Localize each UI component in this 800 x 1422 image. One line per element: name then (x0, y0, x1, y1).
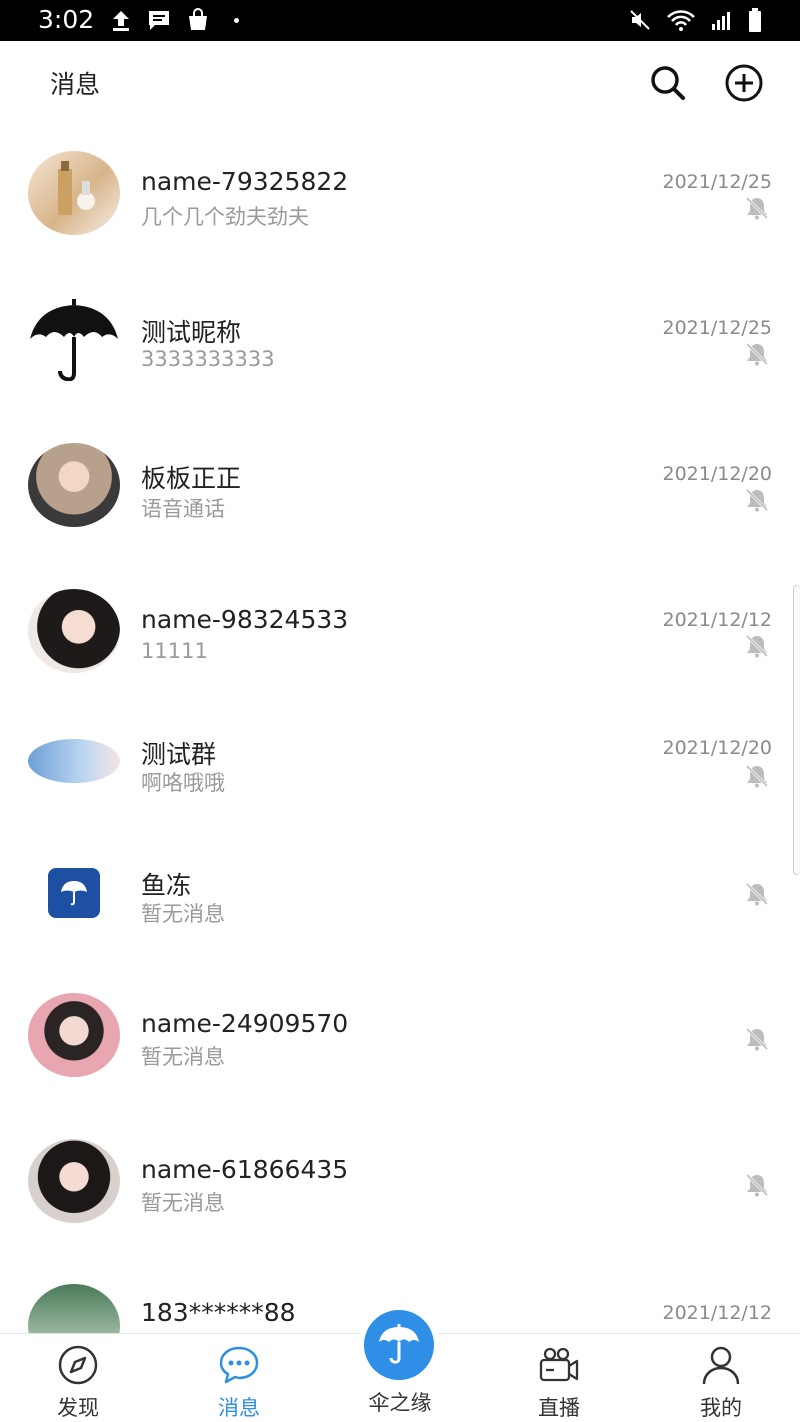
search-button[interactable] (648, 63, 688, 103)
search-icon (651, 66, 685, 100)
conversation-item[interactable]: name-24909570 暂无消息 (0, 993, 800, 1139)
avatar (28, 151, 120, 235)
header: 消息 (0, 41, 800, 121)
mute-bell-icon (745, 764, 769, 788)
conversation-date: 2021/12/20 (662, 463, 772, 485)
conversation-name: name-98324533 (141, 605, 349, 634)
mute-bell-icon (745, 488, 769, 512)
wifi-icon (667, 10, 695, 31)
conversation-item[interactable]: name-98324533 11111 2021/12/12 (0, 559, 800, 705)
tab-label: 我的 (700, 1396, 742, 1420)
conversation-item[interactable]: 板板正正 语音通话 2021/12/20 (0, 413, 800, 559)
conversation-name: 测试群 (141, 740, 217, 769)
conversation-date: 2021/12/20 (662, 737, 772, 759)
conversation-name: name-24909570 (141, 1009, 349, 1038)
mute-bell-icon (745, 1027, 769, 1051)
umbrella-logo-icon (30, 299, 118, 381)
conversation-item[interactable]: name-79325822 几个几个劲夫劲夫 2021/12/25 (0, 121, 800, 267)
conversation-name: 183******88 (141, 1298, 296, 1327)
app-logo-icon (61, 881, 87, 906)
conversation-preview: 语音通话 (141, 497, 225, 521)
conversation-preview: 暂无消息 (141, 902, 225, 926)
avatar (28, 589, 120, 673)
conversation-date: 2021/12/25 (662, 171, 772, 193)
conversation-preview: 3333333333 (141, 347, 275, 371)
add-circle-icon (725, 64, 763, 102)
cosmetics-image (58, 161, 95, 215)
tab-label: 发现 (57, 1396, 99, 1420)
mute-bell-icon (745, 342, 769, 366)
conversation-name: 鱼冻 (141, 871, 192, 900)
status-bar: 3:02 (0, 0, 800, 41)
video-camera-icon (539, 1347, 579, 1382)
mute-bell-icon (745, 882, 769, 906)
tab-messages[interactable]: 消息 (179, 1334, 299, 1422)
tab-label: 直播 (538, 1396, 580, 1420)
avatar (28, 443, 120, 527)
mute-bell-icon (745, 196, 769, 220)
upload-icon (113, 11, 129, 31)
chat-dots-icon (219, 1346, 259, 1384)
signal-icon (712, 12, 730, 30)
person-icon (702, 1346, 740, 1385)
conversation-date: 2021/12/25 (662, 317, 772, 339)
compass-icon (58, 1345, 98, 1385)
conversation-preview: 几个几个劲夫劲夫 (141, 205, 309, 229)
shopping-bag-icon (189, 8, 207, 30)
tab-umbrella-home[interactable]: 伞之缘 (340, 1300, 460, 1422)
notification-dot (234, 17, 239, 23)
mute-status-icon (630, 10, 650, 30)
tab-mine[interactable]: 我的 (661, 1334, 781, 1422)
conversation-list[interactable]: name-79325822 几个几个劲夫劲夫 2021/12/25 测试昵称 3… (0, 121, 800, 1333)
status-left-icons (110, 8, 239, 32)
mute-bell-icon (745, 634, 769, 658)
conversation-name: 板板正正 (141, 464, 242, 493)
conversation-date: 2021/12/12 (662, 609, 772, 631)
conversation-preview: 暂无消息 (141, 1045, 225, 1069)
avatar (28, 993, 120, 1077)
tab-label: 伞之缘 (368, 1391, 432, 1415)
avatar (28, 739, 120, 783)
umbrella-icon (379, 1324, 419, 1364)
conversation-preview: 11111 (141, 639, 208, 663)
scroll-indicator[interactable] (793, 585, 800, 875)
conversation-item[interactable]: 测试群 啊咯哦哦 2021/12/20 (0, 705, 800, 851)
center-tab-button[interactable] (364, 1310, 434, 1380)
page-title: 消息 (50, 70, 101, 99)
status-time: 3:02 (38, 5, 95, 34)
tab-label: 消息 (218, 1396, 260, 1420)
mute-bell-icon (745, 1173, 769, 1197)
conversation-date: 2021/12/12 (662, 1302, 772, 1324)
conversation-name: 测试昵称 (141, 318, 242, 347)
avatar (48, 868, 100, 918)
conversation-preview: 啊咯哦哦 (141, 771, 225, 795)
conversation-name: name-79325822 (141, 167, 349, 196)
tab-discover[interactable]: 发现 (18, 1334, 138, 1422)
battery-icon (749, 8, 761, 32)
avatar (28, 297, 120, 381)
chat-bubble-icon (149, 11, 169, 30)
tab-live[interactable]: 直播 (499, 1334, 619, 1422)
conversation-item[interactable]: name-61866435 暂无消息 (0, 1139, 800, 1285)
conversation-name: name-61866435 (141, 1155, 349, 1184)
conversation-preview: 暂无消息 (141, 1191, 225, 1215)
conversation-item[interactable]: 鱼冻 暂无消息 (0, 851, 800, 997)
avatar (28, 1284, 120, 1333)
conversation-item[interactable]: 测试昵称 3333333333 2021/12/25 (0, 267, 800, 413)
status-right-icons (628, 7, 762, 33)
add-button[interactable] (724, 63, 764, 103)
avatar (28, 1139, 120, 1223)
